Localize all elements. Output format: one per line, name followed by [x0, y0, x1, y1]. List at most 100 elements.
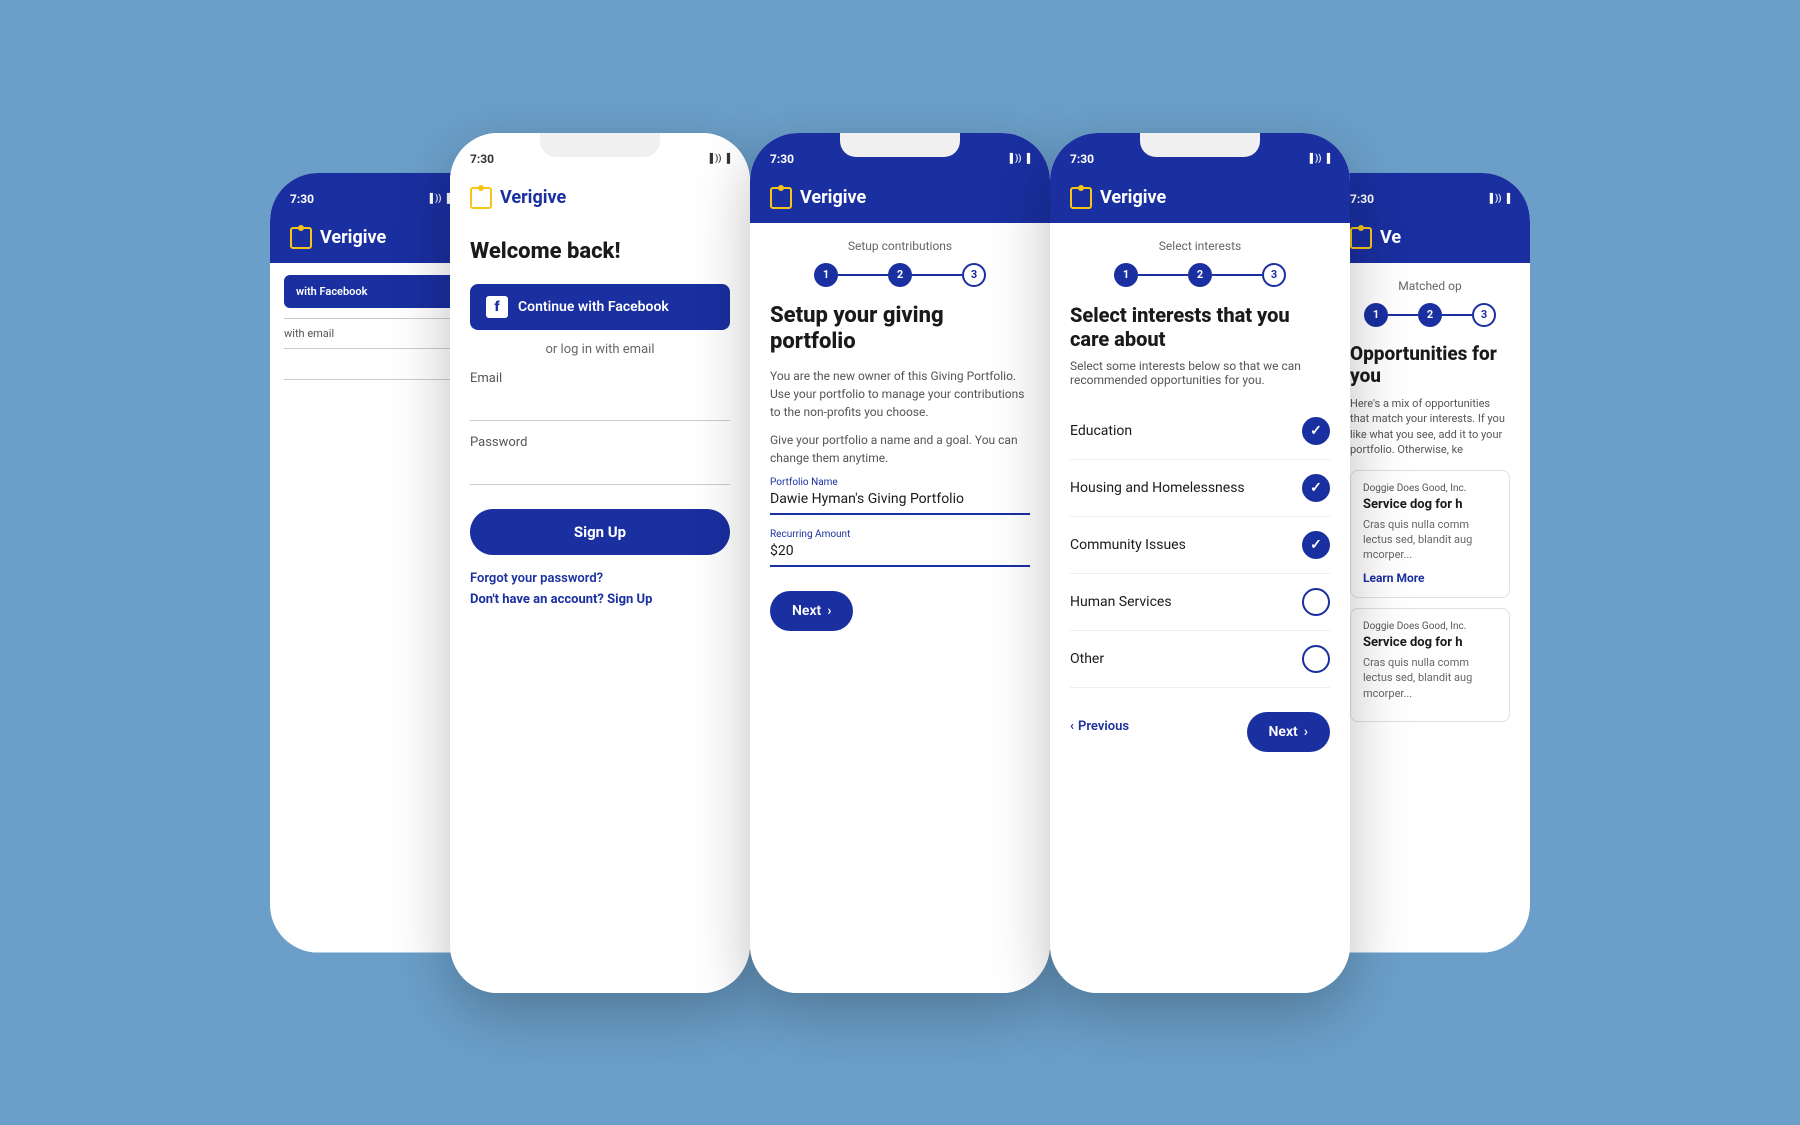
- partial-fb-btn[interactable]: with Facebook: [284, 275, 456, 308]
- amount-value[interactable]: $20: [770, 543, 1030, 567]
- check-other[interactable]: [1302, 645, 1330, 673]
- fb-login-button[interactable]: f Continue with Facebook: [470, 284, 730, 330]
- app-name-4: Verigive: [1100, 187, 1166, 208]
- portfolio-name-value[interactable]: Dawie Hyman's Giving Portfolio: [770, 491, 1030, 515]
- check-community[interactable]: [1302, 531, 1330, 559]
- app-header-4: Verigive: [1050, 177, 1350, 223]
- step-1-circle: 1: [814, 263, 838, 287]
- app-header-1: Verigive: [270, 217, 470, 263]
- setup-screen: Setup contributions 1 2 3 Setup your giv…: [750, 223, 1050, 648]
- opps-screen: Matched op 1 2 3 Opportunities for you H…: [1330, 263, 1530, 749]
- step-3-circle: 3: [962, 263, 986, 287]
- opp-desc-2: Cras quis nulla comm lectus sed, blandit…: [1363, 655, 1497, 701]
- step-2-4: 2: [1188, 263, 1212, 287]
- step-line-1-4: [1138, 274, 1188, 276]
- interest-other[interactable]: Other: [1070, 631, 1330, 688]
- check-human-services[interactable]: [1302, 588, 1330, 616]
- status-time-5: 7:30: [1350, 192, 1374, 206]
- logo-icon-5: [1350, 227, 1372, 249]
- step-2-5: 2: [1418, 303, 1442, 327]
- progress-bar-4: 1 2 3: [1070, 257, 1330, 287]
- opps-desc: Here's a mix of opportunities that match…: [1350, 396, 1510, 458]
- status-time-2: 7:30: [470, 152, 494, 166]
- next-button-4[interactable]: Next ›: [1247, 712, 1330, 752]
- app-header-3: Verigive: [750, 177, 1050, 223]
- phone-5: 7:30 ▐ )) ▐ Ve Matched op 1 2 3 Opportun…: [1330, 173, 1530, 953]
- chevron-right-icon: ›: [827, 603, 831, 619]
- progress-bar-3: 1 2 3: [770, 257, 1030, 287]
- status-bar-1: 7:30 ▐ )) ▐: [270, 173, 470, 217]
- status-icons-3: ▐ )) ▐: [1006, 153, 1030, 164]
- nav-buttons-4: ‹ Previous Next ›: [1070, 688, 1330, 752]
- app-name-5: Ve: [1380, 227, 1401, 248]
- or-divider: or log in with email: [470, 342, 730, 357]
- step-1-5: 1: [1364, 303, 1388, 327]
- app-header-5: Ve: [1330, 217, 1530, 263]
- logo-icon-4: [1070, 187, 1092, 209]
- email-input[interactable]: [470, 388, 730, 421]
- opp-org-2: Doggie Does Good, Inc.: [1363, 621, 1497, 632]
- status-time-1: 7:30: [290, 192, 314, 206]
- progress-bar-5: 1 2 3: [1350, 297, 1510, 327]
- step-line-2: [912, 274, 962, 276]
- check-housing[interactable]: [1302, 474, 1330, 502]
- forgot-password-link[interactable]: Forgot your password?: [470, 571, 730, 586]
- password-label: Password: [470, 435, 730, 450]
- opp-org-1: Doggie Does Good, Inc.: [1363, 483, 1497, 494]
- opp-card-2: Doggie Does Good, Inc. Service dog for h…: [1350, 608, 1510, 722]
- interest-name-community: Community Issues: [1070, 537, 1186, 553]
- sign-up-button[interactable]: Sign Up: [470, 509, 730, 555]
- opp-title-2: Service dog for h: [1363, 635, 1497, 650]
- login-screen: Welcome back! f Continue with Facebook o…: [450, 223, 750, 623]
- facebook-icon: f: [486, 296, 508, 318]
- step-3-4: 3: [1262, 263, 1286, 287]
- chevron-right-icon-4: ›: [1304, 724, 1308, 740]
- notch-4: [1140, 133, 1260, 157]
- password-input[interactable]: [470, 452, 730, 485]
- interest-name-other: Other: [1070, 651, 1104, 667]
- phone-2: 7:30 ▐ )) ▐ Verigive Welcome back! f Con…: [450, 133, 750, 993]
- step-line-1-5: [1388, 314, 1418, 316]
- status-time-4: 7:30: [1070, 152, 1094, 166]
- sign-up-link[interactable]: Sign Up: [607, 592, 652, 607]
- chevron-left-icon: ‹: [1070, 719, 1074, 734]
- interest-human-services[interactable]: Human Services: [1070, 574, 1330, 631]
- setup-desc-2: Give your portfolio a name and a goal. Y…: [770, 431, 1030, 467]
- app-name-2: Verigive: [500, 187, 566, 208]
- status-icons-5: ▐ )) ▐: [1486, 193, 1510, 204]
- notch-2: [540, 133, 660, 157]
- interest-name-housing: Housing and Homelessness: [1070, 480, 1245, 496]
- logo-icon-1: [290, 227, 312, 249]
- interest-housing[interactable]: Housing and Homelessness: [1070, 460, 1330, 517]
- prev-label: Previous: [1078, 719, 1129, 734]
- interests-screen: Select interests 1 2 3 Select interests …: [1050, 223, 1350, 768]
- interest-community[interactable]: Community Issues: [1070, 517, 1330, 574]
- check-education[interactable]: [1302, 417, 1330, 445]
- amount-label: Recurring Amount: [770, 529, 1030, 540]
- next-button-3[interactable]: Next ›: [770, 591, 853, 631]
- interest-name-human-services: Human Services: [1070, 594, 1172, 610]
- setup-desc-1: You are the new owner of this Giving Por…: [770, 367, 1030, 421]
- scene: 7:30 ▐ )) ▐ Verigive with Facebook with …: [0, 0, 1800, 1125]
- status-icons-4: ▐ )) ▐: [1306, 153, 1330, 164]
- progress-label-4: Select interests: [1070, 239, 1330, 253]
- partial-email-label: with email: [284, 327, 456, 340]
- opp-card-1: Doggie Does Good, Inc. Service dog for h…: [1350, 470, 1510, 598]
- step-line-1: [838, 274, 888, 276]
- status-icons-1: ▐ )) ▐: [426, 193, 450, 204]
- interest-name-education: Education: [1070, 423, 1132, 439]
- logo-icon-3: [770, 187, 792, 209]
- progress-label-5: Matched op: [1350, 279, 1510, 293]
- opp-desc-1: Cras quis nulla comm lectus sed, blandit…: [1363, 517, 1497, 563]
- prev-button-4[interactable]: ‹ Previous: [1070, 719, 1129, 734]
- app-name-3: Verigive: [800, 187, 866, 208]
- interest-education[interactable]: Education: [1070, 403, 1330, 460]
- step-1-4: 1: [1114, 263, 1138, 287]
- opps-title: Opportunities for you: [1350, 343, 1510, 389]
- no-account-text: Don't have an account? Sign Up: [470, 592, 730, 607]
- learn-more-1[interactable]: Learn More: [1363, 571, 1497, 585]
- phone-1: 7:30 ▐ )) ▐ Verigive with Facebook with …: [270, 173, 470, 953]
- notch-3: [840, 133, 960, 157]
- portfolio-name-label: Portfolio Name: [770, 477, 1030, 488]
- phone-4: 7:30 ▐ )) ▐ Verigive Select interests 1 …: [1050, 133, 1350, 993]
